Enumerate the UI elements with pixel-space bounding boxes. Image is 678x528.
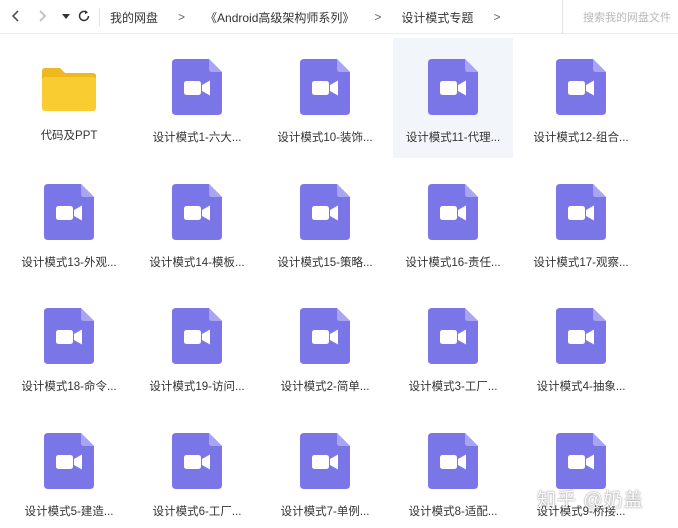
file-item[interactable]: 设计模式12-组合... bbox=[521, 38, 641, 158]
video-file-icon bbox=[44, 433, 94, 489]
file-item[interactable]: 设计模式11-代理... bbox=[393, 38, 513, 158]
file-item[interactable]: 设计模式14-模板... bbox=[137, 163, 257, 283]
file-name: 设计模式6-工厂... bbox=[152, 506, 242, 518]
file-item[interactable]: 设计模式5-建造... bbox=[9, 412, 129, 528]
caret-down-icon bbox=[62, 14, 70, 19]
file-item[interactable]: 设计模式4-抽象... bbox=[521, 287, 641, 407]
file-item[interactable]: 设计模式10-装饰... bbox=[265, 38, 385, 158]
toolbar: 我的网盘 > 《Android高级架构师系列》 > 设计模式专题 > 搜索我的网… bbox=[0, 0, 678, 34]
breadcrumb-separator: > bbox=[374, 10, 382, 24]
video-file-icon bbox=[428, 433, 478, 489]
file-name: 设计模式10-装饰... bbox=[277, 132, 373, 144]
file-name: 设计模式19-访问... bbox=[149, 381, 245, 393]
file-name: 设计模式11-代理... bbox=[405, 132, 501, 144]
file-item[interactable]: 设计模式1-六大... bbox=[137, 38, 257, 158]
folder-item[interactable]: 代码及PPT bbox=[9, 38, 129, 158]
video-file-icon bbox=[556, 433, 606, 489]
video-file-icon bbox=[556, 59, 606, 115]
breadcrumb-item[interactable]: 《Android高级架构师系列》 bbox=[199, 9, 360, 26]
file-name: 设计模式15-策略... bbox=[277, 257, 373, 269]
file-name: 设计模式17-观察... bbox=[533, 257, 629, 269]
file-item[interactable]: 设计模式19-访问... bbox=[137, 287, 257, 407]
file-name: 设计模式2-简单... bbox=[280, 381, 370, 393]
file-name: 设计模式8-适配... bbox=[408, 506, 498, 518]
video-file-icon bbox=[556, 184, 606, 240]
video-file-icon bbox=[428, 184, 478, 240]
video-file-icon bbox=[172, 308, 222, 364]
video-file-icon bbox=[44, 308, 94, 364]
refresh-icon bbox=[78, 10, 90, 22]
video-file-icon bbox=[300, 59, 350, 115]
chevron-right-icon bbox=[39, 10, 47, 22]
history-dropdown-button[interactable] bbox=[56, 6, 76, 26]
breadcrumb-item[interactable]: 我的网盘 bbox=[104, 9, 164, 26]
file-name: 设计模式14-模板... bbox=[149, 257, 245, 269]
file-item[interactable]: 设计模式16-责任... bbox=[393, 163, 513, 283]
video-file-icon bbox=[300, 433, 350, 489]
file-item[interactable]: 设计模式2-简单... bbox=[265, 287, 385, 407]
file-name: 设计模式7-单例... bbox=[280, 506, 370, 518]
watermark: 知乎 @奶盖 bbox=[537, 490, 644, 511]
video-file-icon bbox=[428, 59, 478, 115]
file-item[interactable]: 设计模式8-适配... bbox=[393, 412, 513, 528]
file-name: 设计模式1-六大... bbox=[152, 132, 242, 144]
file-name: 设计模式18-命令... bbox=[21, 381, 117, 393]
file-name: 设计模式12-组合... bbox=[533, 132, 629, 144]
breadcrumb: 我的网盘 > 《Android高级架构师系列》 > 设计模式专题 > bbox=[104, 0, 514, 34]
file-name: 设计模式16-责任... bbox=[405, 257, 501, 269]
file-name: 设计模式13-外观... bbox=[21, 257, 117, 269]
file-name: 设计模式4-抽象... bbox=[536, 381, 626, 393]
video-file-icon bbox=[172, 59, 222, 115]
search-input[interactable]: 搜索我的网盘文件 bbox=[562, 0, 678, 34]
file-grid: 代码及PPT 设计模式1-六大... 设计模式10-装饰... 设计模式11-代理..… bbox=[0, 35, 678, 528]
file-item[interactable]: 设计模式17-观察... bbox=[521, 163, 641, 283]
breadcrumb-separator: > bbox=[493, 10, 501, 24]
file-item[interactable]: 设计模式6-工厂... bbox=[137, 412, 257, 528]
folder-icon bbox=[40, 65, 98, 113]
video-file-icon bbox=[428, 308, 478, 364]
back-button[interactable] bbox=[6, 6, 26, 26]
breadcrumb-separator: > bbox=[178, 10, 186, 24]
forward-button[interactable] bbox=[32, 6, 52, 26]
video-file-icon bbox=[300, 184, 350, 240]
file-item[interactable]: 设计模式7-单例... bbox=[265, 412, 385, 528]
file-item[interactable]: 设计模式3-工厂... bbox=[393, 287, 513, 407]
file-item[interactable]: 设计模式18-命令... bbox=[9, 287, 129, 407]
file-item[interactable]: 设计模式15-策略... bbox=[265, 163, 385, 283]
chevron-left-icon bbox=[11, 10, 19, 22]
video-file-icon bbox=[172, 433, 222, 489]
file-name: 设计模式3-工厂... bbox=[408, 381, 498, 393]
video-file-icon bbox=[172, 184, 222, 240]
video-file-icon bbox=[300, 308, 350, 364]
file-name: 设计模式5-建造... bbox=[24, 506, 114, 518]
file-item[interactable]: 设计模式13-外观... bbox=[9, 163, 129, 283]
file-name: 代码及PPT bbox=[40, 130, 98, 142]
breadcrumb-item[interactable]: 设计模式专题 bbox=[395, 9, 479, 26]
refresh-button[interactable] bbox=[74, 6, 94, 26]
toolbar-divider bbox=[99, 8, 100, 26]
video-file-icon bbox=[556, 308, 606, 364]
video-file-icon bbox=[44, 184, 94, 240]
